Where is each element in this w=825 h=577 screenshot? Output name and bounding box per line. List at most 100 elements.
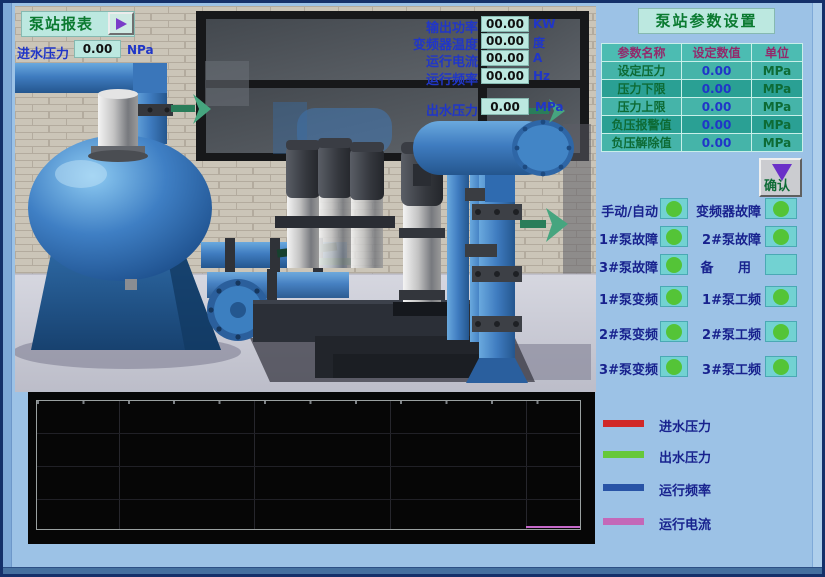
- gridline: [526, 401, 527, 529]
- led-icon: [773, 359, 789, 375]
- inverter-temp-unit: 度: [533, 34, 545, 51]
- run-current-value: 00.00: [481, 50, 529, 66]
- param-value[interactable]: 0.00: [682, 62, 752, 80]
- inlet-pressure-value: 0.00: [74, 40, 121, 58]
- status-led-pump2-fault: [765, 226, 797, 247]
- settings-row: 压力上限 0.00 MPa: [602, 98, 803, 116]
- col-unit: 单位: [752, 44, 803, 62]
- status-label-pump3-line: 3#泵工频: [691, 359, 761, 378]
- status-led-pump1-vfd: [660, 286, 688, 307]
- status-label-vfd-fault: 变频器故障: [691, 201, 761, 220]
- status-label-pump2-vfd: 2#泵变频: [563, 324, 658, 343]
- legend-swatch-run-frequency: [603, 484, 644, 491]
- gridline: [37, 499, 580, 500]
- status-label-auto-manual: 手动/自动: [563, 201, 658, 220]
- legend-label-inlet-pressure: 进水压力: [659, 416, 711, 435]
- status-label-pump1-fault: 1#泵故障: [563, 229, 658, 248]
- status-led-pump3-fault: [660, 254, 688, 275]
- confirm-label: 确认: [764, 175, 790, 194]
- outlet-pressure-value: 0.00: [481, 98, 529, 115]
- col-set-value: 设定数值: [682, 44, 752, 62]
- trend-plot-area: [36, 400, 581, 530]
- status-led-pump1-line: [765, 286, 797, 307]
- run-current-label: 运行电流: [388, 51, 478, 70]
- settings-row: 负压报警值 0.00 MPa: [602, 116, 803, 134]
- param-value[interactable]: 0.00: [682, 80, 752, 98]
- status-label-pump3-vfd: 3#泵变频: [563, 359, 658, 378]
- status-label-pump1-vfd: 1#泵变频: [563, 289, 658, 308]
- led-icon: [666, 324, 682, 340]
- col-param-name: 参数名称: [602, 44, 682, 62]
- param-value[interactable]: 0.00: [682, 116, 752, 134]
- settings-header-row: 参数名称 设定数值 单位: [602, 44, 803, 62]
- gridline: [37, 466, 580, 467]
- led-icon: [666, 257, 682, 273]
- status-led-pump3-line: [765, 356, 797, 377]
- pump-unit-back: [275, 138, 395, 268]
- legend-label-run-current: 运行电流: [659, 514, 711, 533]
- led-icon: [773, 201, 789, 217]
- status-label-spare: 备 用: [691, 257, 761, 276]
- status-label-pump3-fault: 3#泵故障: [563, 257, 658, 276]
- run-frequency-value: 00.00: [481, 68, 529, 84]
- run-current-unit: A: [533, 51, 542, 65]
- frame-bottom-edge: [3, 567, 822, 574]
- status-led-pump3-vfd: [660, 356, 688, 377]
- settings-title: 泵站参数设置: [638, 8, 775, 34]
- led-icon: [666, 229, 682, 245]
- status-label-pump2-fault: 2#泵故障: [691, 229, 761, 248]
- settings-row: 设定压力 0.00 MPa: [602, 62, 803, 80]
- settings-row: 压力下限 0.00 MPa: [602, 80, 803, 98]
- output-power-unit: KW: [533, 17, 556, 31]
- trend-chart: [28, 392, 595, 544]
- status-led-pump2-line: [765, 321, 797, 342]
- frame-left-edge: [3, 3, 12, 567]
- led-icon: [773, 229, 789, 245]
- param-name: 压力上限: [602, 98, 682, 116]
- pressure-tank: [28, 135, 221, 350]
- param-name: 负压解除值: [602, 134, 682, 152]
- led-icon: [773, 289, 789, 305]
- status-led-spare: [765, 254, 797, 275]
- run-current-trace: [526, 526, 580, 528]
- inlet-pressure-unit: NPa: [127, 43, 154, 57]
- status-led-pump1-fault: [660, 226, 688, 247]
- legend-swatch-run-current: [603, 518, 644, 525]
- inlet-pressure-label: 进水压力: [17, 43, 69, 62]
- output-power-value: 00.00: [481, 16, 529, 32]
- outlet-pressure-label: 出水压力: [398, 100, 478, 119]
- report-play-button[interactable]: [108, 12, 134, 35]
- legend-swatch-outlet-pressure: [603, 451, 644, 458]
- param-unit: MPa: [752, 98, 803, 116]
- legend-swatch-inlet-pressure: [603, 420, 644, 427]
- confirm-button[interactable]: 确认: [759, 158, 802, 197]
- param-name: 设定压力: [602, 62, 682, 80]
- param-value[interactable]: 0.00: [682, 134, 752, 152]
- status-label-pump1-line: 1#泵工频: [691, 289, 761, 308]
- led-icon: [666, 359, 682, 375]
- play-icon: [116, 18, 127, 30]
- led-icon: [666, 289, 682, 305]
- gridline: [254, 401, 255, 529]
- param-name: 负压报警值: [602, 116, 682, 134]
- param-unit: MPa: [752, 62, 803, 80]
- gridline: [119, 401, 120, 529]
- outlet-pressure-unit: MPa: [535, 100, 564, 114]
- hmi-screen: 泵站报表 进水压力 0.00 NPa 输出功率 00.00 KW 变频器温度 0…: [0, 0, 825, 577]
- status-led-vfd-fault: [765, 198, 797, 219]
- led-icon: [666, 201, 682, 217]
- param-value[interactable]: 0.00: [682, 98, 752, 116]
- inverter-temp-value: 00.00: [481, 33, 529, 49]
- legend-label-outlet-pressure: 出水压力: [659, 447, 711, 466]
- param-unit: MPa: [752, 116, 803, 134]
- led-icon: [773, 324, 789, 340]
- run-frequency-label: 运行频率: [388, 69, 478, 88]
- param-unit: MPa: [752, 134, 803, 152]
- gridline: [37, 433, 580, 434]
- gridline: [390, 401, 391, 529]
- settings-table: 参数名称 设定数值 单位 设定压力 0.00 MPa 压力下限 0.00 MPa…: [601, 43, 803, 152]
- run-frequency-unit: Hz: [533, 69, 550, 83]
- settings-row: 负压解除值 0.00 MPa: [602, 134, 803, 152]
- legend-label-run-frequency: 运行频率: [659, 480, 711, 499]
- status-label-pump2-line: 2#泵工频: [691, 324, 761, 343]
